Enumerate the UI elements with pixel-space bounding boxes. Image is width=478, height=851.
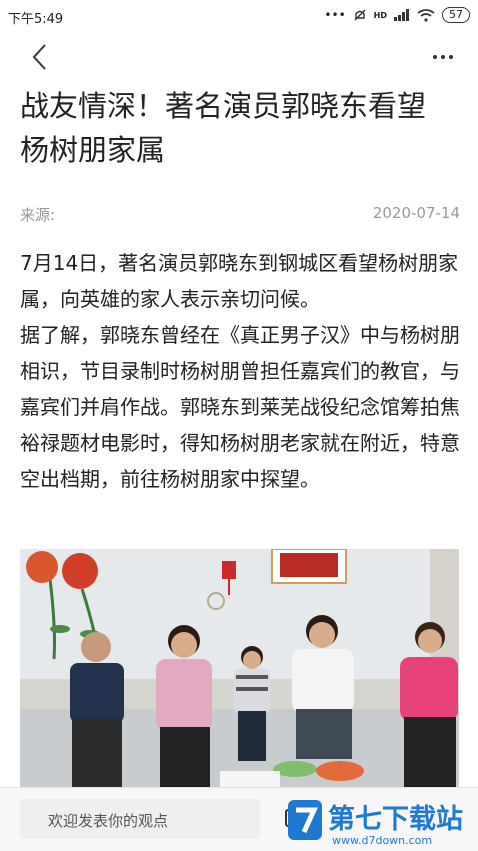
article-body: 7月14日，著名演员郭晓东到钢城区看望杨树朋家属，向英雄的家人表示亲切问候。 据… — [20, 245, 462, 497]
more-dot-icon — [433, 55, 437, 59]
watermark-title: 第七下载站 — [328, 803, 463, 835]
article-paragraph: 据了解，郭晓东曾经在《真正男子汉》中与杨树朋相识，节目录制时杨树朋曾担任嘉宾们的… — [20, 323, 460, 491]
article-paragraph: 7月14日，著名演员郭晓东到钢城区看望杨树朋家属，向英雄的家人表示亲切问候。 — [20, 251, 459, 311]
watermark-url: www.d7down.com — [332, 834, 432, 847]
signal-icon — [394, 9, 409, 21]
more-dot-icon — [441, 55, 445, 59]
chevron-left-icon — [32, 44, 46, 70]
status-icons: ••• HD 57 — [324, 7, 470, 23]
back-button[interactable] — [26, 42, 56, 72]
status-bar: 下午5:49 ••• HD 57 — [0, 0, 478, 32]
wifi-icon — [417, 8, 435, 22]
nav-bar — [0, 32, 478, 80]
bottom-bar: 欢迎发表你的观点 第七下载站 www.d7down.com — [0, 787, 478, 851]
status-time: 下午5:49 — [8, 12, 64, 27]
article-meta: 来源: 2020-07-14 — [20, 204, 460, 224]
comment-input[interactable]: 欢迎发表你的观点 — [20, 799, 260, 839]
battery-icon: 57 — [442, 7, 470, 23]
article-title-line: 杨树朋家属 — [20, 133, 166, 167]
article-title: 战友情深！著名演员郭晓东看望 杨树朋家属 — [20, 84, 460, 172]
mute-icon — [354, 9, 366, 21]
article-photo — [20, 549, 459, 789]
notification-dots-icon: ••• — [324, 8, 346, 22]
article-title-line: 战友情深！著名演员郭晓东看望 — [20, 89, 427, 123]
more-button[interactable] — [428, 42, 458, 72]
family-visit-photo — [20, 549, 459, 789]
comment-placeholder: 欢迎发表你的观点 — [48, 812, 169, 830]
site-watermark-logo: 第七下载站 www.d7down.com — [288, 800, 463, 847]
more-dot-icon — [449, 55, 453, 59]
source-label: 来源: — [20, 206, 56, 224]
network-type-label: HD — [373, 10, 387, 20]
publish-date: 2020-07-14 — [372, 204, 460, 222]
